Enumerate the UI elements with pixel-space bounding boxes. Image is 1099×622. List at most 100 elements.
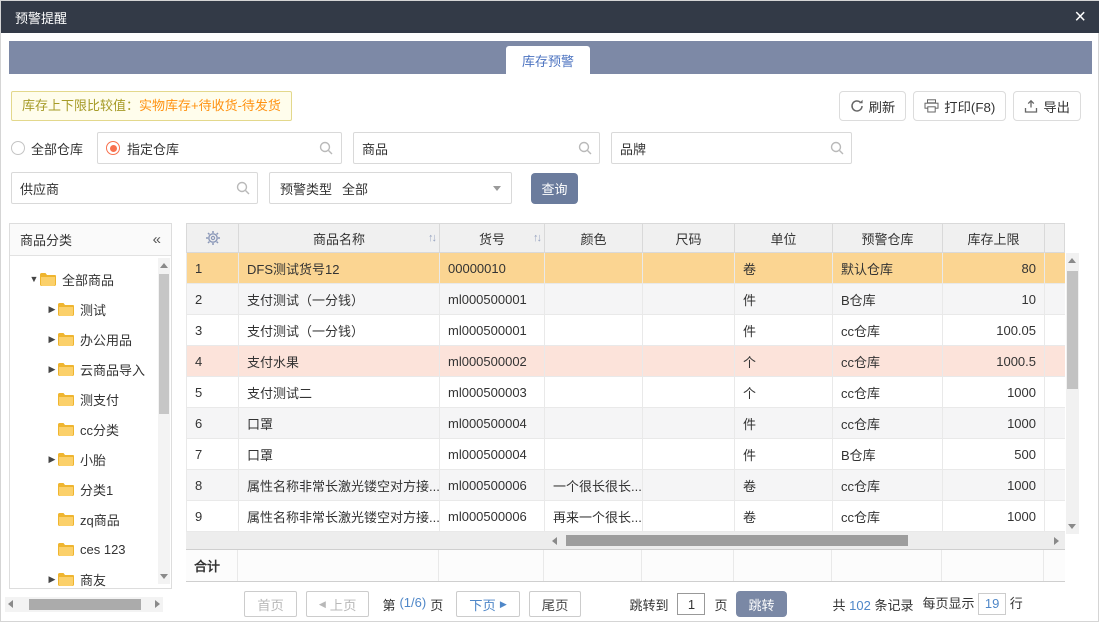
table-row[interactable]: 6 口罩 ml000500004 件 cc仓库 1000 — [186, 408, 1065, 439]
warning-type-select[interactable]: 预警类型 全部 — [269, 172, 512, 204]
table-row[interactable]: 4 支付水果 ml000500002 个 cc仓库 1000.5 — [186, 346, 1065, 377]
tree-item[interactable]: 测支付 — [10, 384, 157, 414]
query-button[interactable]: 查询 — [531, 173, 578, 204]
print-icon — [924, 99, 939, 113]
column-label: 颜色 — [580, 231, 607, 247]
scroll-left-icon[interactable] — [552, 537, 557, 545]
scroll-up-icon[interactable] — [1068, 258, 1076, 263]
scrollbar-thumb[interactable] — [566, 535, 908, 546]
brand-search-field — [611, 132, 852, 164]
sidebar-header: 商品分类 « — [10, 224, 171, 256]
expander-icon[interactable]: ▶ — [46, 574, 58, 585]
cell-color — [545, 284, 643, 314]
table-row[interactable]: 1 DFS测试货号12 00000010 卷 默认仓库 80 — [186, 253, 1065, 284]
scroll-left-icon[interactable] — [8, 600, 13, 608]
specified-warehouse-box[interactable]: 指定仓库 — [97, 132, 342, 164]
table-horizontal-scrollbar[interactable] — [186, 532, 1065, 549]
expander-icon[interactable]: ▼ — [28, 274, 40, 284]
tree-item[interactable]: ▶ 云商品导入 — [10, 354, 157, 384]
brand-search-input[interactable] — [611, 132, 852, 164]
scroll-down-icon[interactable] — [1068, 524, 1076, 529]
cell-code: ml000500006 — [440, 501, 545, 531]
tree-item[interactable]: ▶ 小胎 — [10, 444, 157, 474]
refresh-button[interactable]: 刷新 — [838, 91, 907, 121]
table-row[interactable]: 5 支付测试二 ml000500003 个 cc仓库 1000 — [186, 377, 1065, 408]
scroll-right-icon[interactable] — [1054, 537, 1059, 545]
expander-icon[interactable]: ▶ — [46, 304, 58, 315]
scroll-up-icon[interactable] — [160, 263, 168, 268]
tree-item[interactable]: ces 123 — [10, 534, 157, 564]
column-header-name[interactable]: 商品名称 ↑↓ — [239, 224, 440, 252]
gear-icon[interactable] — [205, 230, 221, 246]
cell-upper: 1000 — [943, 377, 1045, 407]
table-row[interactable]: 9 属性名称非常长激光镂空对方接... ml000500006 再来一个很长..… — [186, 501, 1065, 532]
scroll-right-icon[interactable] — [155, 600, 160, 608]
sidebar-vertical-scrollbar[interactable] — [158, 258, 170, 584]
supplier-search-input[interactable] — [11, 172, 258, 204]
cell-unit: 件 — [735, 315, 833, 345]
dialog-title: 预警提醒 — [15, 10, 68, 26]
tree-item[interactable]: ▶ 办公用品 — [10, 324, 157, 354]
cell-seq: 9 — [187, 501, 239, 531]
last-page-button[interactable]: 尾页 — [528, 591, 582, 617]
search-icon[interactable] — [830, 141, 844, 155]
total-post: 条记录 — [874, 597, 914, 613]
column-settings[interactable] — [187, 224, 239, 252]
cell-code: ml000500001 — [440, 284, 545, 314]
table-vertical-scrollbar[interactable] — [1066, 253, 1079, 534]
supplier-search-field — [11, 172, 258, 204]
column-header-unit: 单位 — [735, 224, 833, 252]
column-label: 尺码 — [675, 231, 702, 247]
jump-button[interactable]: 跳转 — [736, 591, 787, 617]
category-tree: ▼ 全部商品 ▶ 测试 ▶ 办公用品 ▶ 云商品导入 测支付 cc分类 ▶ 小胎… — [10, 264, 157, 588]
jump-page-input[interactable] — [677, 593, 706, 615]
tree-item-label: zq商品 — [80, 512, 120, 528]
print-button[interactable]: 打印(F8) — [913, 91, 1007, 121]
prev-page-button[interactable]: ◀ 上页 — [305, 591, 370, 617]
page-size-input[interactable]: 19 — [978, 593, 1007, 615]
radio-circle-icon — [11, 141, 25, 155]
tree-item[interactable]: 分类1 — [10, 474, 157, 504]
print-label: 打印(F8) — [944, 99, 996, 115]
cell-upper: 1000 — [943, 408, 1045, 438]
export-button[interactable]: 导出 — [1013, 91, 1081, 121]
tree-item[interactable]: zq商品 — [10, 504, 157, 534]
search-icon[interactable] — [236, 181, 250, 195]
cell-seq: 7 — [187, 439, 239, 469]
expander-icon[interactable]: ▶ — [46, 454, 58, 465]
table-row[interactable]: 8 属性名称非常长激光镂空对方接... ml000500006 一个很长很长..… — [186, 470, 1065, 501]
table-row[interactable]: 2 支付测试（一分钱） ml000500001 件 B仓库 10 — [186, 284, 1065, 315]
column-label: 商品名称 — [312, 231, 365, 247]
column-header-filler — [1045, 224, 1064, 252]
folder-icon — [58, 302, 74, 316]
scrollbar-thumb[interactable] — [29, 599, 141, 610]
cell-warehouse: cc仓库 — [833, 408, 943, 438]
scroll-down-icon[interactable] — [160, 574, 168, 579]
table-row[interactable]: 7 口罩 ml000500004 件 B仓库 500 — [186, 439, 1065, 470]
tree-item[interactable]: cc分类 — [10, 414, 157, 444]
sidebar-horizontal-scrollbar[interactable] — [5, 597, 163, 612]
first-page-button[interactable]: 首页 — [244, 591, 297, 617]
tab-label: 库存预警 — [521, 53, 574, 69]
tree-item[interactable]: ▶ 测试 — [10, 294, 157, 324]
tree-item-label: 云商品导入 — [80, 362, 146, 378]
radio-all-warehouse[interactable]: 全部仓库 — [11, 132, 83, 164]
product-search-input[interactable] — [353, 132, 600, 164]
folder-icon — [58, 512, 74, 526]
cell-upper: 500 — [943, 439, 1045, 469]
sort-icon[interactable]: ↑↓ — [428, 232, 437, 244]
close-icon[interactable]: × — [1074, 7, 1086, 27]
expander-icon[interactable]: ▶ — [46, 364, 58, 375]
table-row[interactable]: 3 支付测试（一分钱） ml000500001 件 cc仓库 100.05 — [186, 315, 1065, 346]
next-page-button[interactable]: 下页 ▶ — [456, 591, 520, 617]
search-icon[interactable] — [578, 141, 592, 155]
tree-item[interactable]: ▶ 商友 — [10, 564, 157, 588]
collapse-icon[interactable]: « — [153, 231, 161, 248]
tab-inventory-warning[interactable]: 库存预警 — [506, 46, 590, 74]
expander-icon[interactable]: ▶ — [46, 334, 58, 345]
tree-item-all-products[interactable]: ▼ 全部商品 — [10, 264, 157, 294]
scrollbar-thumb[interactable] — [159, 274, 169, 414]
scrollbar-thumb[interactable] — [1067, 271, 1078, 389]
sort-icon[interactable]: ↑↓ — [533, 232, 542, 244]
column-header-code[interactable]: 货号 ↑↓ — [440, 224, 545, 252]
